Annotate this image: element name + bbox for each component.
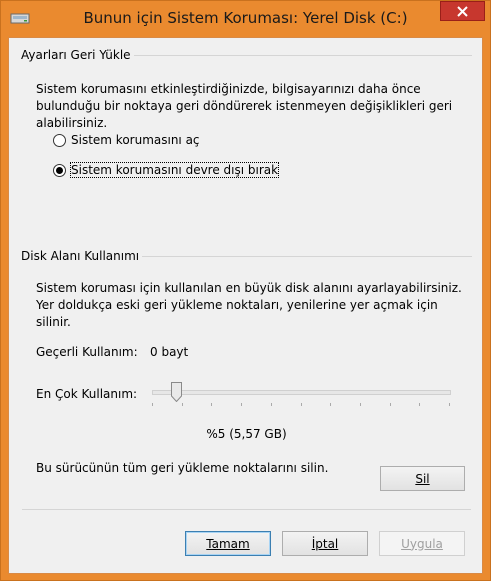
- slider-tick: [182, 403, 183, 406]
- current-usage-label: Geçerli Kullanım:: [36, 345, 138, 359]
- apply-button-label: Uygula: [401, 536, 443, 551]
- current-usage-value: 0 bayt: [150, 345, 189, 359]
- delete-button[interactable]: Sil: [380, 466, 465, 491]
- footer-divider: [22, 509, 471, 510]
- delete-button-label: Sil: [415, 471, 430, 486]
- restore-settings-description: Sistem korumasını etkinleştirdiğinizde, …: [36, 82, 453, 130]
- radio-button-on[interactable]: [53, 163, 66, 177]
- cancel-button-label: İptal: [311, 536, 339, 551]
- slider-tick: [449, 403, 450, 406]
- max-usage-value: %5 (5,57 GB): [206, 427, 287, 441]
- apply-button[interactable]: Uygula: [379, 531, 465, 556]
- slider-tick: [211, 403, 212, 406]
- slider-tick: [301, 403, 302, 406]
- ok-button-label: Tamam: [206, 536, 250, 551]
- window-title: Bunun için Sistem Koruması: Yerel Disk (…: [83, 9, 408, 27]
- slider-tick: [360, 403, 361, 406]
- radio-label: Sistem korumasını aç: [71, 133, 200, 147]
- restore-settings-group-title: Ayarları Geri Yükle: [21, 48, 134, 62]
- radio-label: Sistem korumasını devre dışı bırak: [69, 162, 280, 178]
- close-button[interactable]: [440, 1, 485, 21]
- slider-tick: [390, 403, 391, 406]
- disk-usage-description: Sistem koruması için kullanılan en büyük…: [36, 281, 462, 329]
- radio-dot: [56, 166, 63, 174]
- group-divider: [130, 55, 472, 56]
- radio-button-off[interactable]: [53, 133, 66, 147]
- max-usage-slider[interactable]: [150, 381, 453, 411]
- max-usage-label: En Çok Kullanım:: [36, 387, 138, 401]
- close-icon: [457, 5, 468, 17]
- slider-tick: [330, 403, 331, 406]
- slider-track[interactable]: [152, 390, 451, 395]
- dialog-window: Bunun için Sistem Koruması: Yerel Disk (…: [0, 0, 491, 581]
- title-bar[interactable]: Bunun için Sistem Koruması: Yerel Disk (…: [1, 1, 490, 37]
- radio-disable-protection[interactable]: Sistem korumasını devre dışı bırak: [53, 162, 280, 178]
- ok-button[interactable]: Tamam: [185, 531, 271, 556]
- dialog-content: Ayarları Geri Yükle Sistem korumasını et…: [8, 37, 483, 574]
- slider-tick: [152, 403, 153, 406]
- slider-thumb[interactable]: [170, 382, 182, 402]
- delete-restore-points-text: Bu sürücünün tüm geri yükleme noktaların…: [36, 461, 329, 475]
- slider-tick: [271, 403, 272, 406]
- slider-tick: [419, 403, 420, 406]
- slider-tick: [241, 403, 242, 406]
- radio-enable-protection[interactable]: Sistem korumasını aç: [53, 133, 200, 147]
- disk-usage-group-title: Disk Alanı Kullanımı: [21, 249, 143, 263]
- cancel-button[interactable]: İptal: [282, 531, 368, 556]
- group-divider: [135, 256, 472, 257]
